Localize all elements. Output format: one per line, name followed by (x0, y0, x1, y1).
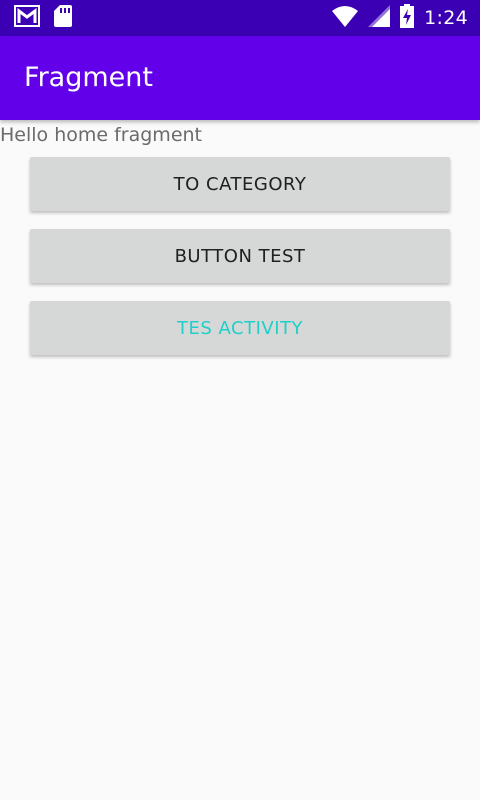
status-right-icons: 1:24 (332, 3, 468, 33)
battery-charging-icon (400, 3, 415, 33)
app-title: Fragment (24, 62, 153, 93)
cell-signal-icon (368, 4, 391, 32)
tes-activity-button[interactable]: TES ACTIVITY (30, 301, 450, 355)
status-left-icons (14, 4, 72, 32)
to-category-button[interactable]: TO CATEGORY (30, 157, 450, 211)
sd-card-icon (54, 4, 72, 32)
wifi-icon (332, 5, 359, 32)
hello-text: Hello home fragment (0, 124, 202, 146)
gmail-icon (14, 4, 40, 32)
status-time: 1:24 (424, 7, 468, 29)
button-test-button[interactable]: BUTTON TEST (30, 229, 450, 283)
status-bar: 1:24 (0, 0, 480, 36)
app-bar: Fragment (0, 36, 480, 120)
